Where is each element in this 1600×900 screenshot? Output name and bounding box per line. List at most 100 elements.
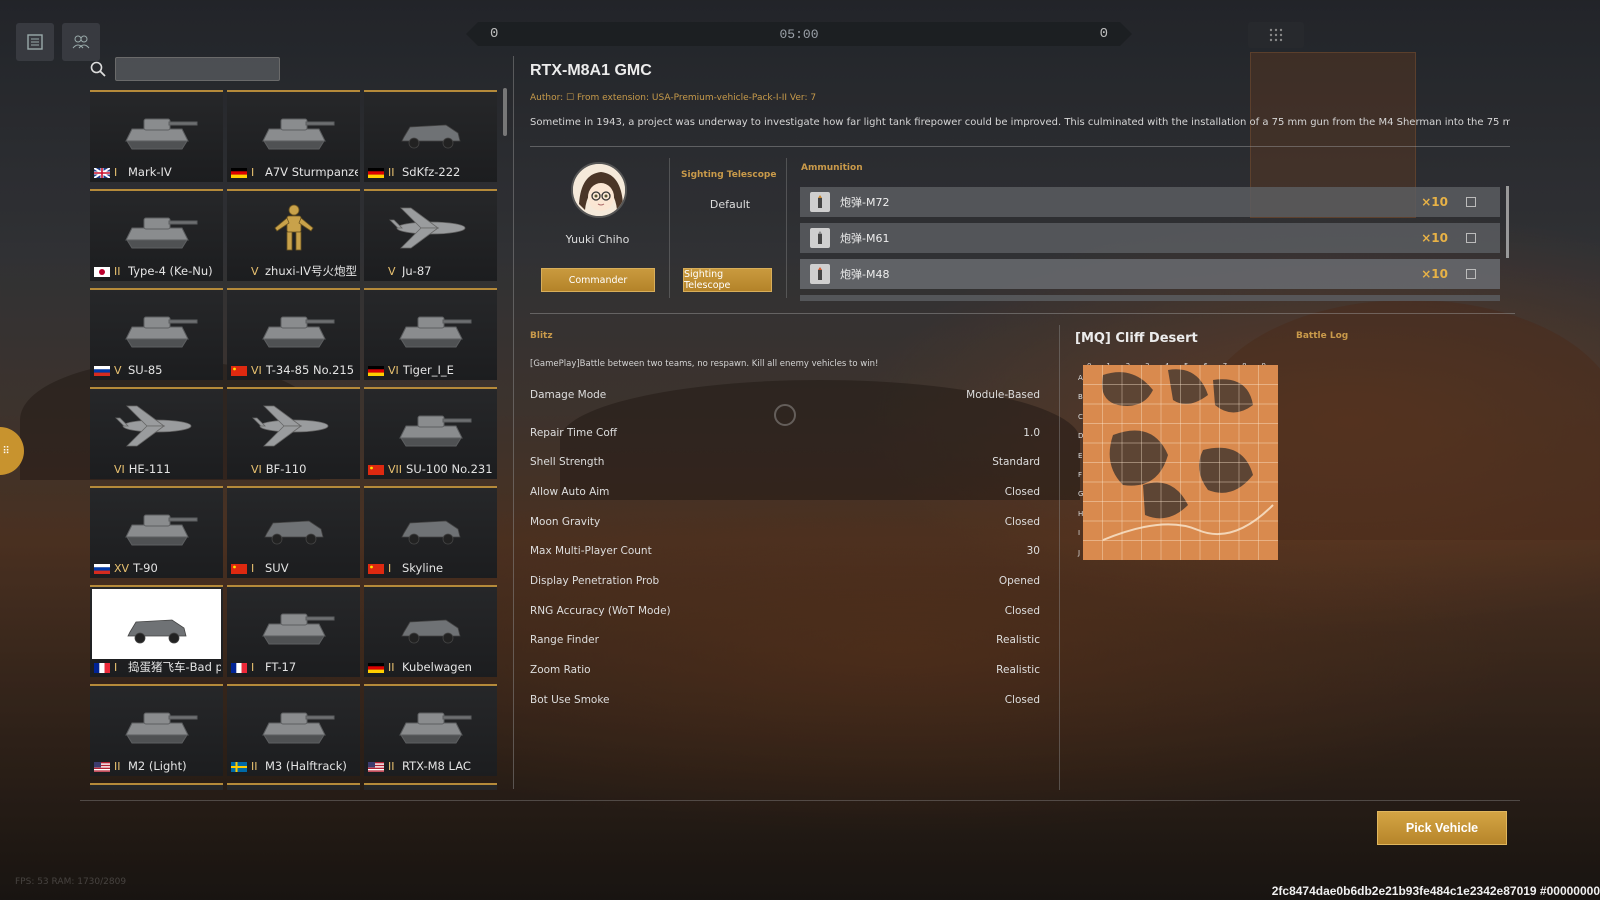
setting-row[interactable]: Range Finder Realistic: [530, 634, 1040, 646]
no-flag: [94, 464, 110, 474]
setting-label: Zoom Ratio: [530, 664, 591, 676]
ammo-checkbox[interactable]: [1466, 233, 1476, 243]
vehicle-name: SU-100 No.231: [406, 462, 493, 476]
commander-button[interactable]: Commander: [541, 268, 655, 292]
setting-value: Standard: [992, 456, 1040, 468]
sighting-telescope-button[interactable]: Sighting Telescope: [683, 268, 772, 292]
fr-flag-icon: [94, 662, 110, 673]
ammo-scrollbar[interactable]: [1506, 186, 1509, 258]
vehicle-tier: XV: [114, 561, 130, 575]
setting-row[interactable]: Shell Strength Standard: [530, 456, 1040, 468]
vehicle-card-partial[interactable]: [90, 783, 223, 790]
vehicle-card[interactable]: VI T-34-85 No.215: [227, 288, 360, 380]
ammo-row[interactable]: 炮弹-M61 ×10: [800, 223, 1500, 253]
vehicle-card-partial[interactable]: [227, 783, 360, 790]
vehicle-card[interactable]: XV T-90: [90, 486, 223, 578]
menu-list-button[interactable]: [16, 23, 54, 61]
vehicle-label: Vzhuxi-IV号火炮型: [231, 263, 358, 279]
vehicle-card[interactable]: I Mark-IV: [90, 90, 223, 182]
vehicle-label: I Skyline: [368, 560, 495, 576]
vehicle-tier: V: [251, 264, 259, 278]
vehicle-tier: I: [251, 561, 255, 575]
setting-row[interactable]: Zoom Ratio Realistic: [530, 664, 1040, 676]
vehicle-card[interactable]: II Type-4 (Ke-Nu): [90, 189, 223, 281]
vehicle-card[interactable]: II M2 (Light): [90, 684, 223, 776]
vehicle-description: Sometime in 1943, a project was underway…: [530, 117, 1510, 128]
vehicle-card[interactable]: I SUV: [227, 486, 360, 578]
vehicle-card[interactable]: I 捣蛋猪飞车-Bad piggies: [90, 585, 223, 677]
cn-flag-icon: [368, 563, 384, 574]
setting-label: Allow Auto Aim: [530, 486, 610, 498]
battle-log-tab[interactable]: Battle Log: [1296, 331, 1348, 341]
vehicle-card-partial[interactable]: [364, 783, 497, 790]
setting-value: Closed: [1004, 605, 1040, 617]
vehicle-name: M2 (Light): [128, 759, 187, 773]
setting-row[interactable]: Max Multi-Player Count 30: [530, 545, 1040, 557]
setting-row[interactable]: Display Penetration Prob Opened: [530, 575, 1040, 587]
divider: [669, 158, 670, 298]
vehicle-name: Kubelwagen: [402, 660, 472, 674]
setting-label: Moon Gravity: [530, 516, 601, 528]
vehicle-card[interactable]: II Kubelwagen: [364, 585, 497, 677]
team-button[interactable]: [62, 23, 100, 61]
setting-value: Module-Based: [966, 389, 1040, 401]
setting-label: Bot Use Smoke: [530, 694, 610, 706]
vehicle-card[interactable]: VI BF-110: [227, 387, 360, 479]
vehicle-card[interactable]: I FT-17: [227, 585, 360, 677]
loading-spinner-icon: [774, 404, 796, 426]
vehicle-label: II Type-4 (Ke-Nu): [94, 263, 221, 279]
vehicle-label: I 捣蛋猪飞车-Bad piggies: [94, 659, 221, 675]
no-flag: [231, 266, 247, 276]
vehicle-label: VI Tiger_I_E: [368, 362, 495, 378]
panel-divider: [513, 56, 514, 789]
ammo-row[interactable]: 炮弹-M72 ×10: [800, 187, 1500, 217]
setting-row[interactable]: Bot Use Smoke Closed: [530, 694, 1040, 706]
vehicle-car-icon: [366, 589, 495, 659]
ammo-checkbox[interactable]: [1466, 269, 1476, 279]
minimap-toggle-button[interactable]: [1248, 22, 1304, 48]
vehicle-card[interactable]: VI Tiger_I_E: [364, 288, 497, 380]
vehicle-tier: V: [388, 264, 396, 278]
vehicle-tank-icon: [229, 688, 358, 758]
setting-row[interactable]: Allow Auto Aim Closed: [530, 486, 1040, 498]
setting-label: Repair Time Coff: [530, 427, 617, 439]
vehicle-label: I A7V Sturmpanzer: [231, 164, 358, 180]
vehicle-card[interactable]: VII SU-100 No.231: [364, 387, 497, 479]
vehicle-card[interactable]: I Skyline: [364, 486, 497, 578]
vehicle-tier: VI: [251, 462, 262, 476]
setting-row[interactable]: Damage Mode Module-Based: [530, 389, 1040, 401]
vehicle-card[interactable]: Vzhuxi-IV号火炮型: [227, 189, 360, 281]
setting-row[interactable]: Repair Time Coff 1.0: [530, 427, 1040, 439]
setting-row[interactable]: Moon Gravity Closed: [530, 516, 1040, 528]
shell-icon: [810, 228, 830, 248]
vehicle-list-scrollbar[interactable]: [503, 88, 507, 136]
vehicle-tank-icon: [229, 94, 358, 164]
vehicle-card[interactable]: V Ju-87: [364, 189, 497, 281]
vehicle-card[interactable]: I A7V Sturmpanzer: [227, 90, 360, 182]
map-preview[interactable]: [1083, 365, 1283, 570]
vehicle-plane-icon: [366, 193, 495, 263]
ammo-checkbox[interactable]: [1466, 197, 1476, 207]
vehicle-search-input[interactable]: [115, 57, 280, 81]
cn-flag-icon: [368, 464, 384, 475]
vehicle-card[interactable]: II RTX-M8 LAC: [364, 684, 497, 776]
divider: [530, 313, 1515, 314]
vehicle-card[interactable]: II M3 (Halftrack): [227, 684, 360, 776]
ammo-row[interactable]: 炮弹-M48 ×10: [800, 259, 1500, 289]
vehicle-name: M3 (Halftrack): [265, 759, 347, 773]
vehicle-name: SUV: [265, 561, 289, 575]
vehicle-card[interactable]: II SdKfz-222: [364, 90, 497, 182]
score-right: 0: [1099, 26, 1108, 42]
ammo-count: ×10: [1421, 195, 1448, 209]
setting-row[interactable]: RNG Accuracy (WoT Mode) Closed: [530, 605, 1040, 617]
pick-vehicle-button[interactable]: Pick Vehicle: [1377, 811, 1507, 845]
vehicle-tier: I: [114, 165, 118, 179]
vehicle-name: T-90: [133, 561, 158, 575]
setting-value: Opened: [998, 575, 1040, 587]
vehicle-tier: II: [114, 264, 121, 278]
vehicle-label: I FT-17: [231, 659, 358, 675]
setting-value: Closed: [1004, 516, 1040, 528]
vehicle-card[interactable]: V SU-85: [90, 288, 223, 380]
crew-avatar[interactable]: [571, 162, 627, 218]
vehicle-card[interactable]: VI HE-111: [90, 387, 223, 479]
